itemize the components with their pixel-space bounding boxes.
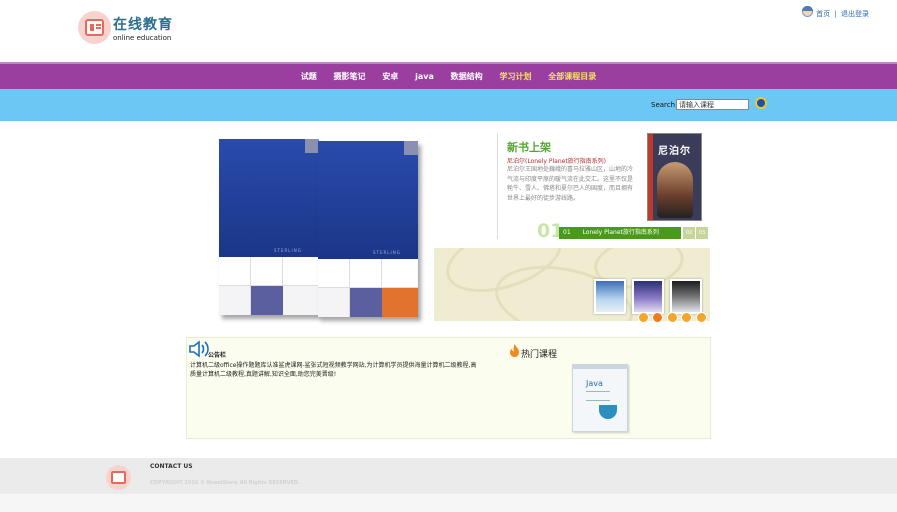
nav-item-data-structures[interactable]: 数据结构 xyxy=(451,72,483,81)
slide-dot-2[interactable] xyxy=(652,312,663,323)
slide-tab-1-num: 01 xyxy=(563,229,571,236)
site-title: 在线教育 xyxy=(113,17,173,33)
slide-dot-3[interactable] xyxy=(667,312,678,323)
notice-text[interactable]: 计算机二级office操作题题库认准鲨虎课网-鲨张式短视频教学网站,为计算机学员… xyxy=(190,362,478,379)
flame-icon xyxy=(510,344,519,357)
main-nav: 试题 摄影笔记 安卓 java 数据结构 学习计划 全部课程目录 xyxy=(0,62,897,89)
search-input[interactable] xyxy=(676,99,749,110)
slide-dot-4[interactable] xyxy=(681,312,692,323)
search-label: Search xyxy=(651,101,676,109)
main-content: STERLING STERLING 新书上架 尼泊尔(Lonely Planet… xyxy=(0,121,897,459)
featured-book-right[interactable]: STERLING xyxy=(318,141,418,317)
header: 在线教育 online education 首页 | 退出登录 xyxy=(0,0,897,62)
contact-us-link[interactable]: CONTACT US xyxy=(150,463,193,470)
logo-icon[interactable] xyxy=(78,11,111,44)
book-cover[interactable]: 尼泊尔 xyxy=(647,133,702,221)
book-label: Java xyxy=(586,379,603,388)
notice-title: 公告栏 xyxy=(208,352,227,359)
site-subtitle: online education xyxy=(113,34,172,42)
logout-link[interactable]: 退出登录 xyxy=(841,10,869,18)
new-books-title: 新书上架 xyxy=(507,141,551,154)
panel-divider xyxy=(497,133,498,239)
user-avatar-icon xyxy=(801,5,814,19)
search-bar: Search xyxy=(0,89,897,121)
decorative-banner xyxy=(434,248,710,321)
slide-tab-1-label: Lonely Planet旅行指南系列 xyxy=(582,229,659,236)
slide-dot-1[interactable] xyxy=(638,312,649,323)
book-brand: STERLING xyxy=(274,248,302,253)
copyright-text: COPYRIGHT 2016 © NcastStore All Rights R… xyxy=(150,480,300,486)
slide-dot-5[interactable] xyxy=(696,312,707,323)
home-link[interactable]: 首页 xyxy=(816,10,830,18)
nav-item-exam[interactable]: 试题 xyxy=(301,72,317,81)
thumbnail-1[interactable] xyxy=(594,279,626,314)
nav-item-photo-notes[interactable]: 摄影笔记 xyxy=(334,72,366,81)
nav-item-android[interactable]: 安卓 xyxy=(382,72,398,81)
slide-tab-1[interactable]: 01 Lonely Planet旅行指南系列 xyxy=(559,227,681,239)
thumbnail-2[interactable] xyxy=(632,279,664,314)
slide-tab-2[interactable]: 02 xyxy=(683,227,695,239)
coffee-cup-icon xyxy=(599,405,617,419)
nav-item-java[interactable]: java xyxy=(415,72,434,81)
book-name[interactable]: 尼泊尔(Lonely Planet旅行指南系列) xyxy=(507,156,606,165)
book-brand: STERLING xyxy=(373,250,401,255)
footer-logo-icon xyxy=(106,465,131,490)
nav-item-all-courses[interactable]: 全部课程目录 xyxy=(548,72,596,81)
speaker-icon xyxy=(189,340,209,358)
top-links: 首页 | 退出登录 xyxy=(816,9,869,19)
thumbnail-3[interactable] xyxy=(670,279,702,314)
featured-book-left[interactable]: STERLING xyxy=(219,139,319,315)
hot-courses-title: 热门课程 xyxy=(521,350,558,360)
search-icon[interactable] xyxy=(755,97,767,109)
book-description: 尼泊尔王国地处巍峨的喜马拉雅山区，山地的冷气流与印度平原的暖气流在此交汇。这里不… xyxy=(507,166,634,202)
hot-course-book[interactable]: Java xyxy=(572,364,628,432)
link-separator: | xyxy=(834,10,837,18)
footer-strip xyxy=(0,494,897,512)
slide-tab-3[interactable]: 03 xyxy=(696,227,708,239)
cover-title: 尼泊尔 xyxy=(658,146,691,157)
nav-item-study-plan[interactable]: 学习计划 xyxy=(499,72,531,81)
info-panel xyxy=(186,337,711,439)
footer: CONTACT US COPYRIGHT 2016 © NcastStore A… xyxy=(0,458,897,494)
